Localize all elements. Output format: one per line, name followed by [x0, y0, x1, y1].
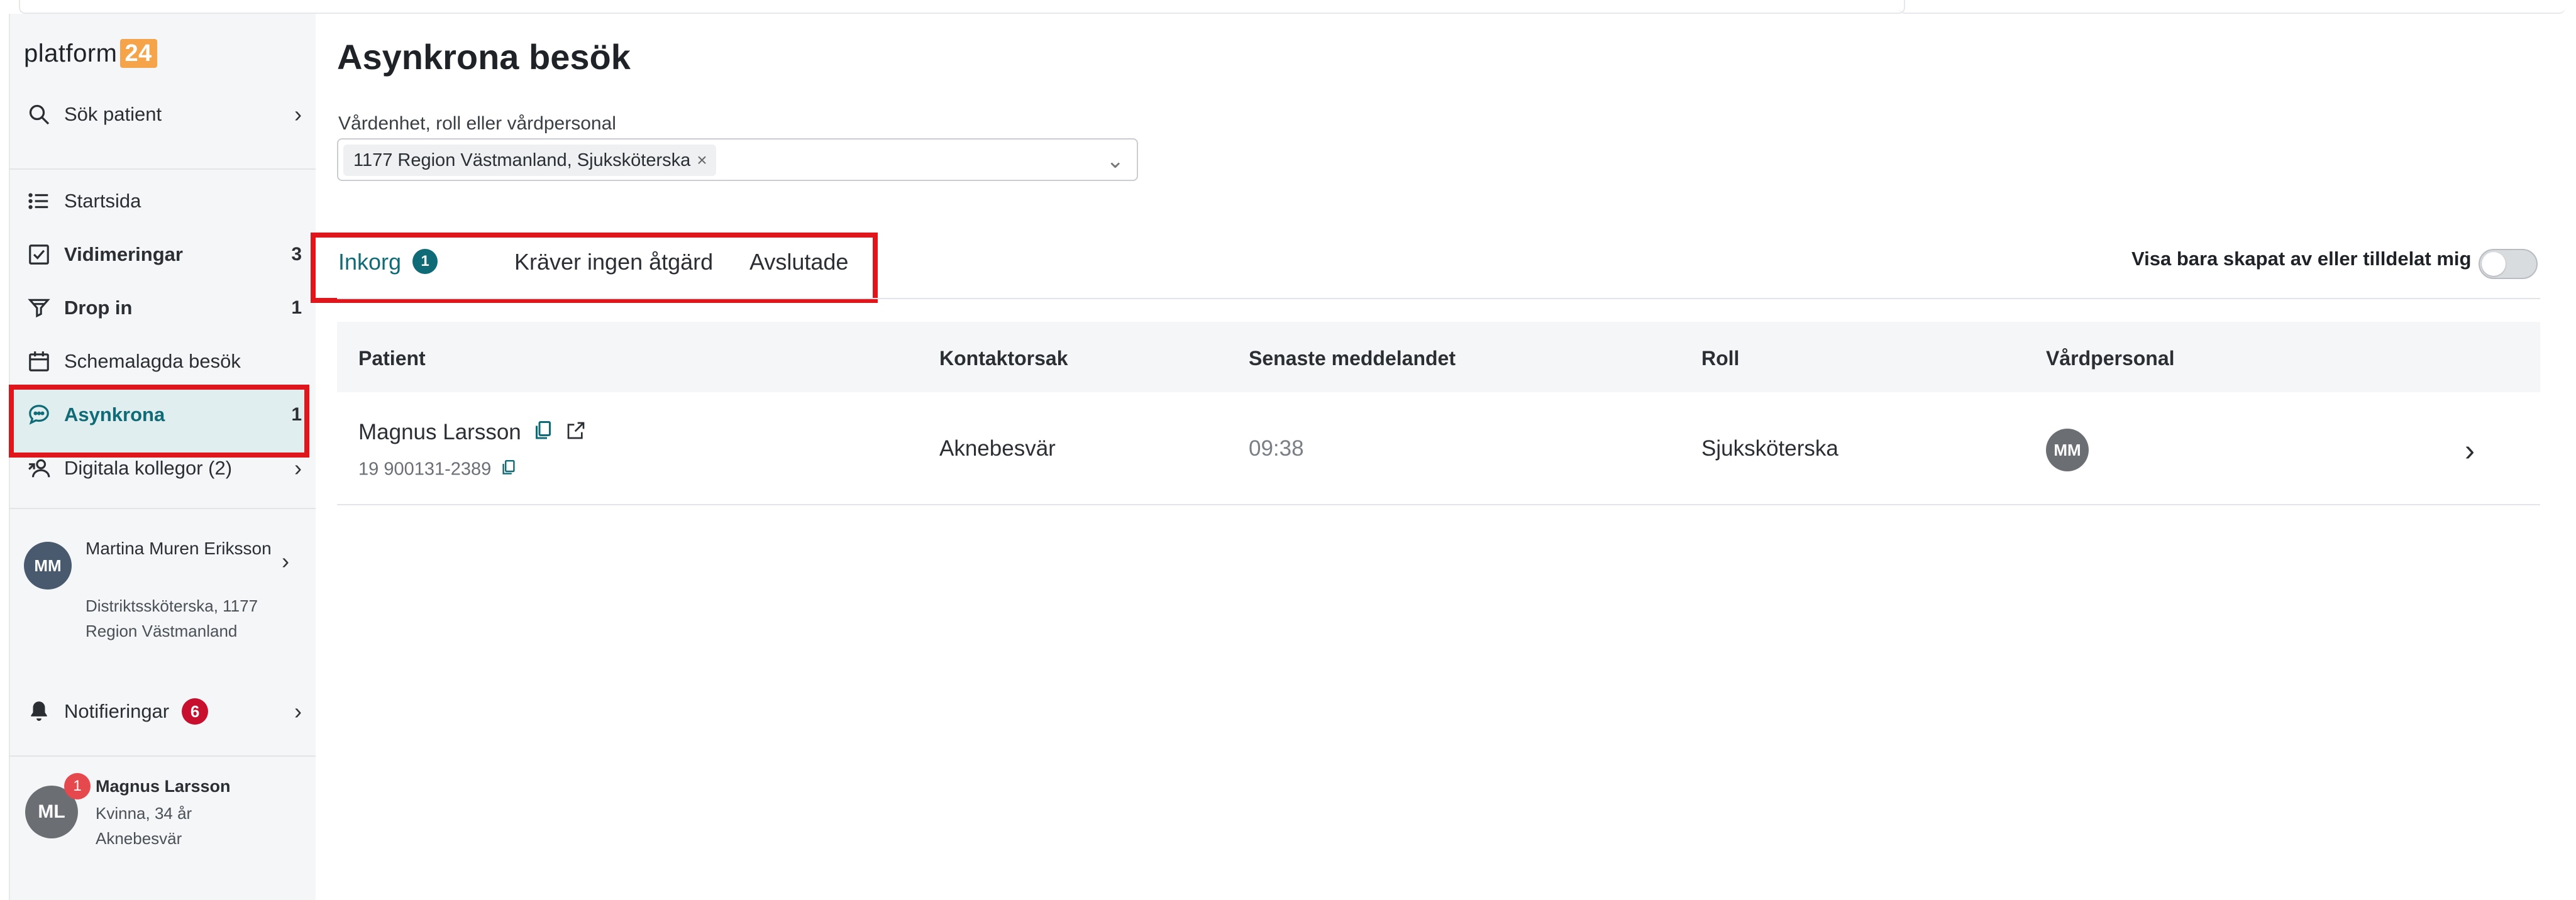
toggle-knob: [2482, 252, 2506, 276]
sidebar-divider: [9, 168, 316, 170]
checkbox-icon: [25, 241, 53, 268]
list-icon: [25, 187, 53, 215]
toggle-label: Visa bara skapat av eller tilldelat mig: [2131, 248, 2472, 270]
search-patient-label: Sök patient: [64, 103, 162, 125]
filter-select[interactable]: 1177 Region Västmanland, Sjuksköterska ×…: [337, 138, 1138, 181]
sidebar-item-label: Vidimeringar: [64, 243, 183, 265]
page-title: Asynkrona besök: [337, 37, 631, 77]
logo-text: platform: [24, 39, 118, 67]
patient-notification-badge: 1: [64, 773, 91, 799]
top-frame-edge-right: [1899, 0, 2565, 14]
bell-icon: [25, 698, 53, 725]
calendar-icon: [25, 348, 53, 375]
roll-cell: Sjuksköterska: [1701, 436, 1838, 461]
app-logo[interactable]: platform 24: [24, 39, 157, 68]
filter-chip-label: 1177 Region Västmanland, Sjuksköterska: [353, 150, 691, 170]
sidebar-item-count: 3: [291, 244, 302, 265]
chevron-right-icon: ›: [294, 455, 302, 481]
highlight-box-tabs: [311, 233, 878, 303]
sidebar-item-label: Digitala kollegor (2): [64, 457, 233, 479]
users-icon: [25, 454, 53, 482]
chevron-right-icon: ›: [294, 698, 302, 724]
sidebar-item-label: Schemalagda besök: [64, 350, 241, 372]
personnummer: 19 900131-2389: [358, 459, 492, 480]
patient-name-cell[interactable]: Magnus Larsson: [358, 420, 586, 447]
column-header-patient: Patient: [358, 347, 426, 370]
highlight-box-sidebar: [9, 385, 309, 458]
tabs-divider: [337, 298, 2540, 299]
chevron-right-icon[interactable]: ›: [2465, 434, 2475, 468]
vardpersonal-avatar: MM: [2046, 429, 2089, 471]
assigned-to-me-toggle[interactable]: [2479, 249, 2538, 279]
copy-icon[interactable]: [501, 459, 516, 481]
notifications-button[interactable]: Notifieringar 6 ›: [25, 693, 302, 730]
chevron-down-icon[interactable]: ⌄: [1107, 148, 1125, 173]
sidebar-item-startsida[interactable]: Startsida: [25, 182, 302, 220]
sidebar-item-schemalagda[interactable]: Schemalagda besök: [25, 343, 302, 380]
search-patient-button[interactable]: Sök patient ›: [25, 96, 302, 133]
sidebar-item-digitala-kollegor[interactable]: Digitala kollegor (2) ›: [25, 449, 302, 487]
current-patient-details: Kvinna, 34 år: [96, 804, 192, 823]
user-name[interactable]: Martina Muren Eriksson: [86, 535, 274, 562]
filter-label: Vårdenhet, roll eller vårdpersonal: [338, 113, 616, 134]
sidebar-divider: [9, 508, 316, 509]
avatar: MM: [24, 542, 72, 590]
sidebar-item-label: Drop in: [64, 297, 133, 319]
current-patient-reason: Aknebesvär: [96, 829, 182, 848]
notifications-label: Notifieringar: [64, 700, 170, 722]
copy-icon[interactable]: [534, 420, 553, 447]
filter-chip: 1177 Region Västmanland, Sjuksköterska ×: [343, 145, 716, 176]
current-patient-name[interactable]: Magnus Larsson: [96, 777, 231, 796]
search-icon: [25, 101, 53, 128]
senaste-meddelandet-cell: 09:38: [1249, 436, 1304, 461]
chevron-right-icon: ›: [294, 101, 302, 127]
sidebar-divider: [9, 755, 316, 757]
patient-name: Magnus Larsson: [358, 420, 521, 444]
chevron-right-icon[interactable]: ›: [282, 548, 289, 574]
logo-badge: 24: [119, 39, 157, 68]
sidebar-item-vidimeringar[interactable]: Vidimeringar 3: [25, 236, 302, 273]
kontaktorsak-cell: Aknebesvär: [939, 436, 1056, 461]
column-header-vardpersonal: Vårdpersonal: [2046, 347, 2175, 370]
table-row[interactable]: [337, 393, 2540, 505]
sidebar-item-drop-in[interactable]: Drop in 1: [25, 289, 302, 327]
sidebar-item-label: Startsida: [64, 190, 141, 212]
user-role: Distriktssköterska, 1177 Region Västmanl…: [86, 596, 258, 640]
column-header-roll: Roll: [1701, 347, 1740, 370]
sidebar-item-count: 1: [291, 297, 302, 318]
column-header-senaste: Senaste meddelandet: [1249, 347, 1456, 370]
column-header-kontaktorsak: Kontaktorsak: [939, 347, 1068, 370]
funnel-icon: [25, 294, 53, 322]
notifications-count-badge: 6: [182, 698, 209, 725]
top-frame-edge: [19, 0, 1905, 14]
chip-remove-icon[interactable]: ×: [697, 150, 707, 170]
external-link-icon[interactable]: [566, 420, 586, 446]
personnummer-cell: 19 900131-2389: [358, 459, 516, 481]
